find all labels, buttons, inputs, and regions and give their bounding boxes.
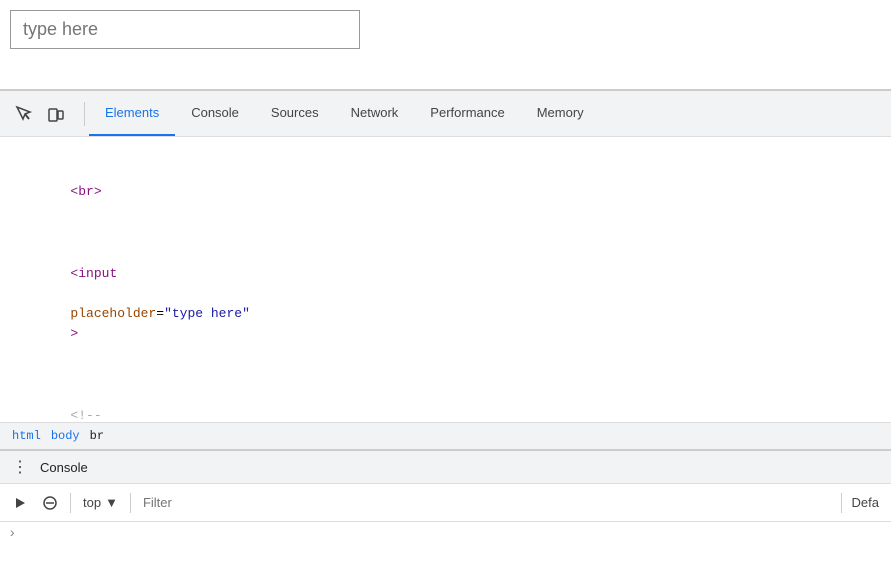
execute-icon — [12, 495, 28, 511]
dom-line-input[interactable]: <input placeholder="type here" > — [0, 223, 891, 365]
console-content: › — [0, 522, 891, 569]
devtools-toolbar: Elements Console Sources Network Perform… — [0, 91, 891, 137]
console-toolbar: top ▼ Defa — [0, 484, 891, 522]
toolbar-divider — [84, 102, 85, 126]
webpage-area — [0, 0, 891, 90]
console-drawer-header: ⋮ Console — [0, 451, 891, 484]
tab-memory[interactable]: Memory — [521, 91, 600, 136]
context-value: top — [83, 495, 101, 510]
default-levels-label: Defa — [848, 495, 883, 510]
tab-performance[interactable]: Performance — [414, 91, 520, 136]
console-toolbar-divider — [70, 493, 71, 513]
console-filter-input[interactable] — [139, 493, 835, 512]
breadcrumb-br[interactable]: br — [86, 427, 108, 445]
toolbar-icons — [4, 100, 76, 128]
breadcrumb-body[interactable]: body — [47, 427, 84, 445]
context-selector[interactable]: top ▼ — [79, 493, 122, 512]
console-chevron-icon[interactable]: › — [8, 526, 16, 542]
clear-icon — [42, 495, 58, 511]
devtools-tabs: Elements Console Sources Network Perform… — [89, 91, 600, 136]
devtools-panel: Elements Console Sources Network Perform… — [0, 90, 891, 569]
device-icon — [47, 105, 65, 123]
tab-elements[interactable]: Elements — [89, 91, 175, 136]
breadcrumb: html body br — [0, 422, 891, 449]
filter-divider — [130, 493, 131, 513]
filter-right-divider — [841, 493, 842, 513]
dom-line-comment[interactable]: <!-- — [0, 365, 891, 422]
console-prompt: › — [8, 526, 16, 542]
context-dropdown-icon: ▼ — [105, 495, 118, 510]
clear-console-button[interactable] — [38, 491, 62, 515]
execute-button[interactable] — [8, 491, 32, 515]
tab-console[interactable]: Console — [175, 91, 255, 136]
tab-network[interactable]: Network — [335, 91, 415, 136]
inspect-icon — [15, 105, 33, 123]
console-drawer-title: Console — [40, 460, 88, 475]
dom-tree: <br> <input placeholder="type here" > <!… — [0, 137, 891, 422]
webpage-input[interactable] — [10, 10, 360, 49]
tab-sources[interactable]: Sources — [255, 91, 335, 136]
breadcrumb-html[interactable]: html — [8, 427, 45, 445]
device-toolbar-button[interactable] — [42, 100, 70, 128]
inspect-element-button[interactable] — [10, 100, 38, 128]
dom-line-br[interactable]: <br> — [0, 141, 891, 223]
elements-panel: <br> <input placeholder="type here" > <!… — [0, 137, 891, 449]
drawer-menu-button[interactable]: ⋮ — [8, 455, 32, 479]
console-drawer: ⋮ Console top ▼ — [0, 449, 891, 569]
